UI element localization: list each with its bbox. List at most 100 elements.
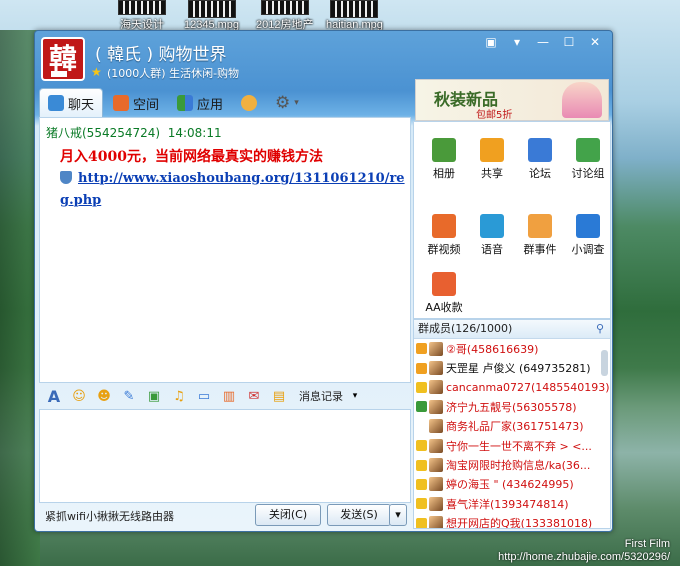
app-video[interactable]: 群视频 [420,214,468,257]
image-icon[interactable]: ▣ [145,387,163,405]
member-badge-icon [416,498,427,510]
tab-chat[interactable]: 聊天 [39,88,104,117]
survey-icon [576,214,600,238]
home-icon [113,95,130,111]
member-avatar [429,399,443,414]
chevron-down-icon[interactable]: ▾ [350,387,360,405]
member-badge-icon [416,401,427,413]
screenshot-icon[interactable]: ▭ [195,387,213,405]
window-subtitle: (1000人群) 生活休闲-购物 [107,67,240,80]
maximize-button[interactable]: ☐ [558,33,580,51]
chat-icon [48,95,64,111]
member-badge-icon [416,459,427,471]
member-name: 商务礼品厂家(361751473) [446,420,584,434]
message-link-row: http://www.xiaoshoubang.org/1311061210/r… [60,168,408,212]
tab-label: 空间 [133,97,160,113]
close-button[interactable]: 关闭(C) [255,504,321,526]
app-event[interactable]: 群事件 [516,214,564,257]
settings-button[interactable]: ⚙ ▾ [267,89,307,117]
app-label: 共享 [481,167,503,180]
member-avatar [429,419,443,434]
desktop-file[interactable]: haitian.mpg [326,0,383,32]
member-row[interactable]: cancanma0727(1485540193) [414,378,610,397]
apps-panel: 相册 共享 论坛 讨论组群视频 语音 群事件 小调查 AA收款 [413,121,611,319]
member-badge-icon [416,440,427,452]
message-input[interactable] [39,409,411,503]
app-album[interactable]: 相册 [420,138,468,181]
member-name: cancanma0727(1485540193) [446,380,610,394]
add-member-button[interactable] [233,89,265,117]
tab-label: 应用 [197,97,224,113]
video-thumb-icon [118,0,166,15]
app-label: 讨论组 [571,167,605,180]
shield-icon [60,171,72,184]
tab-apps[interactable]: 应用 [169,89,231,117]
tab-bar: 聊天 空间 应用 ⚙ ▾ [39,87,307,117]
member-row[interactable]: 济宁九五靓号(56305578) [414,397,610,416]
send-button[interactable]: 发送(S) [327,504,391,526]
app-share[interactable]: 共享 [468,138,516,181]
scrollbar[interactable] [601,350,608,376]
app-label: AA收款 [425,301,463,314]
desktop-file[interactable]: 2012房地产 [256,0,313,32]
ad-subtitle: 包邮5折 [476,110,513,121]
bottom-bar: 紧抓wifi小揪揪无线路由器 关闭(C) 发送(S) ▾ [39,503,409,527]
add-member-icon [241,95,258,111]
member-row[interactable]: ②哥(458616639) [414,339,610,358]
member-name: 淘宝网限时抢购信息/ka(36... [446,459,591,473]
app-survey[interactable]: 小调查 [564,214,612,257]
window-controls: ▣ ▾ — ☐ ✕ [480,33,606,51]
music-icon[interactable]: ♫ [170,387,188,405]
search-icon[interactable]: ⚲ [596,320,604,338]
shake-icon[interactable]: ✎ [120,387,138,405]
desktop-file[interactable]: 海天设计 [118,0,166,32]
share-icon [480,138,504,162]
font-icon[interactable]: A [45,387,63,406]
chat-toolbar: A ☺ ☻ ✎ ▣ ♫ ▭ ▥ ✉ ▤ 消息记录 ▾ [39,383,409,409]
app-payment[interactable]: AA收款 [420,272,468,315]
emoji-icon[interactable]: ☺ [70,387,88,405]
desktop-file[interactable]: 12345.mpg [184,0,239,32]
member-name: ②哥(458616639) [446,342,539,356]
skin-button[interactable]: ▣ [480,33,502,51]
message-header: 猪八戒(554254724) 14:08:11 [46,124,222,141]
red-packet-icon[interactable]: ✉ [245,387,263,405]
video-thumb-icon [260,0,309,15]
member-row[interactable]: 喜气洋洋(1393474814) [414,494,610,513]
gear-icon: ⚙ [275,93,291,113]
minimize-button[interactable]: — [532,33,554,51]
message-area[interactable]: 猪八戒(554254724) 14:08:11 月入4000元，当前网络最真实的… [39,117,411,383]
member-avatar [429,458,443,473]
app-discussion[interactable]: 讨论组 [564,138,612,181]
app-label: 群视频 [427,243,461,256]
member-row[interactable]: 想开网店的Q我(133381018) [414,514,610,528]
sender-name[interactable]: 猪八戒(554254724) [46,126,160,140]
group-logo[interactable]: 韓 [41,37,85,81]
send-options-button[interactable]: ▾ [389,504,407,526]
app-forum[interactable]: 论坛 [516,138,564,181]
member-name: 守你一生一世不离不弃 > <... [446,439,592,453]
member-row[interactable]: 淘宝网限时抢购信息/ka(36... [414,455,610,474]
close-window-button[interactable]: ✕ [584,33,606,51]
history-button[interactable]: 消息记录 [299,388,343,404]
magic-emoji-icon[interactable]: ☻ [95,387,113,405]
bar-chart-icon[interactable]: ▥ [220,387,238,405]
menu-button[interactable]: ▾ [506,33,528,51]
voice-icon [480,214,504,238]
message-link[interactable]: http://www.xiaoshoubang.org/1311061210/r… [60,171,405,208]
forum-icon [528,138,552,162]
member-avatar [429,477,443,492]
history-icon[interactable]: ▤ [270,387,288,405]
member-row[interactable]: 守你一生一世不离不弃 > <... [414,436,610,455]
member-row[interactable]: 婷の海玉 " (434624995) [414,475,610,494]
member-row[interactable]: 商务礼品厂家(361751473) [414,417,610,436]
promo-link[interactable]: 紧抓wifi小揪揪无线路由器 [45,508,174,524]
app-voice[interactable]: 语音 [468,214,516,257]
member-row[interactable]: 天罡星 卢俊义 (649735281) [414,358,610,377]
member-avatar [429,496,443,511]
ad-banner[interactable]: 秋装新品 包邮5折 [415,79,609,121]
tab-space[interactable]: 空间 [105,89,167,117]
member-badge-icon [416,381,427,393]
apps-icon [177,95,194,111]
video-icon [432,214,456,238]
